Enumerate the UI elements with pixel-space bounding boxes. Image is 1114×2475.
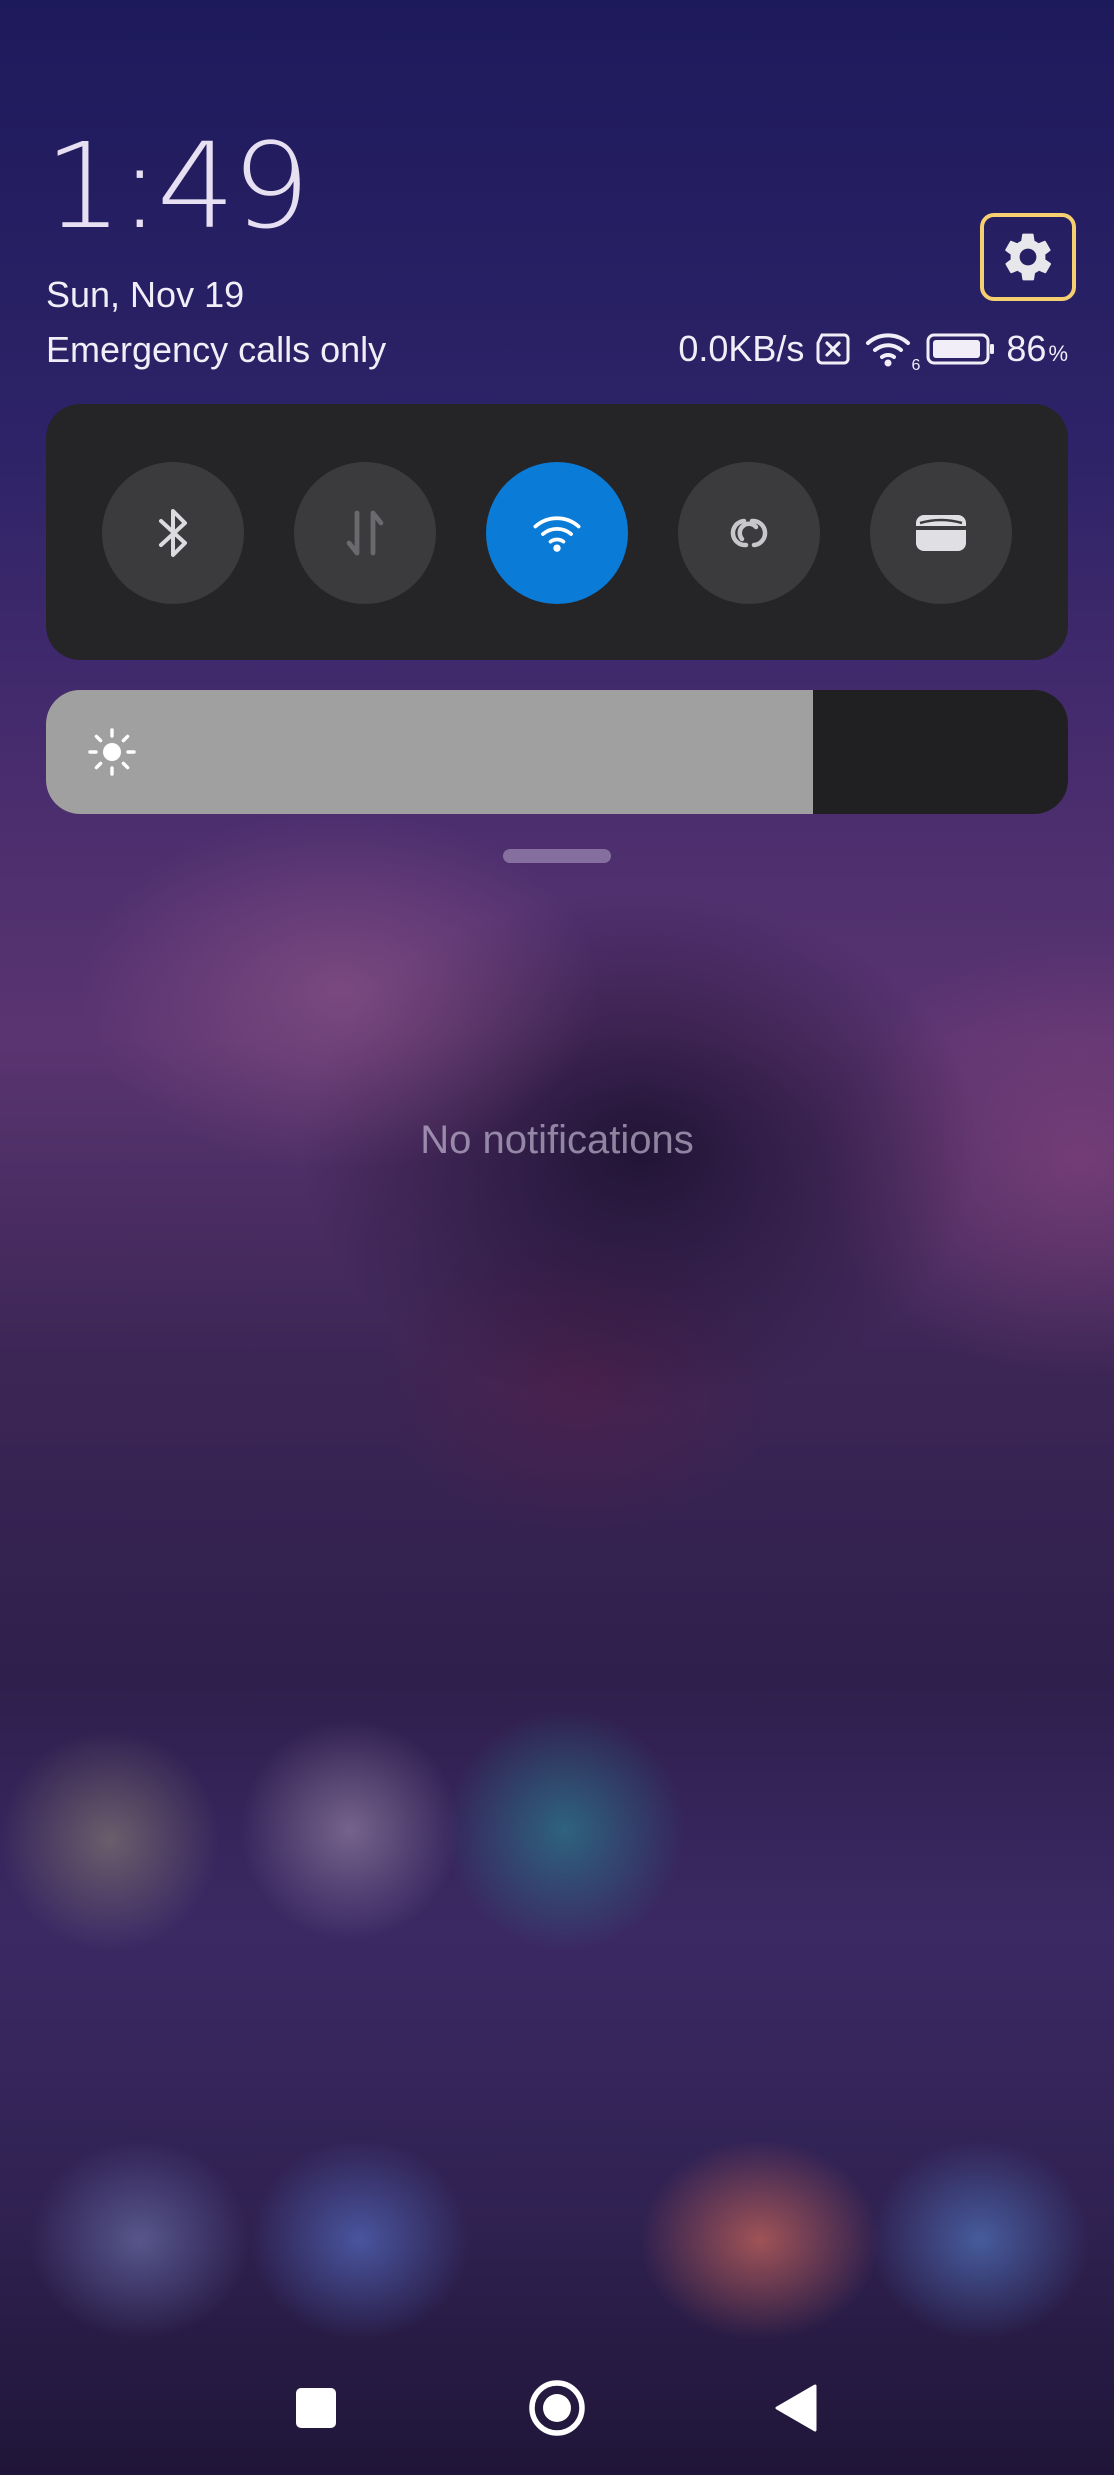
back-triangle-icon [775, 2384, 817, 2432]
link-toggle[interactable] [678, 462, 820, 604]
clock-time: 1:49 [44, 118, 310, 256]
brightness-level-fill [46, 690, 813, 814]
card-icon [916, 515, 966, 551]
carrier-status: Emergency calls only [46, 329, 387, 370]
battery-icon [926, 333, 995, 365]
bluetooth-icon [159, 509, 187, 557]
wallet-toggle[interactable] [870, 462, 1012, 604]
date-label: Sun, Nov 19 [46, 274, 245, 315]
wifi-badge: 6 [911, 357, 921, 374]
wifi-icon [533, 516, 581, 552]
back-button[interactable] [748, 2360, 844, 2456]
drag-handle[interactable] [503, 849, 611, 863]
percent-sign: % [1048, 341, 1068, 366]
home-button[interactable] [509, 2360, 605, 2456]
wifi-signal-icon [866, 333, 911, 367]
no-notifications-text: No notifications [420, 1118, 694, 1162]
wifi-toggle[interactable] [486, 462, 628, 604]
gear-icon [1005, 233, 1052, 281]
sun-icon [88, 728, 136, 776]
no-sim-icon [816, 333, 850, 365]
home-circle-icon [529, 2380, 585, 2436]
recents-square-icon [296, 2388, 336, 2428]
network-speed: 0.0KB/s [678, 328, 805, 369]
navigation-bar [0, 2360, 1114, 2456]
wifi-status: 6 [864, 329, 920, 374]
battery-percent: 86% [1006, 328, 1068, 370]
bluetooth-toggle[interactable] [102, 462, 244, 604]
settings-button[interactable] [980, 213, 1076, 301]
brightness-slider[interactable] [46, 690, 1068, 814]
battery-percent-value: 86 [1006, 328, 1047, 369]
mobile-data-toggle[interactable] [294, 462, 436, 604]
quick-toggles-panel [46, 404, 1068, 660]
status-icons: 0.0KB/s 6 86% [678, 326, 1068, 374]
recents-button[interactable] [268, 2360, 364, 2456]
data-arrows-icon [346, 510, 384, 556]
link-icon [730, 518, 768, 548]
